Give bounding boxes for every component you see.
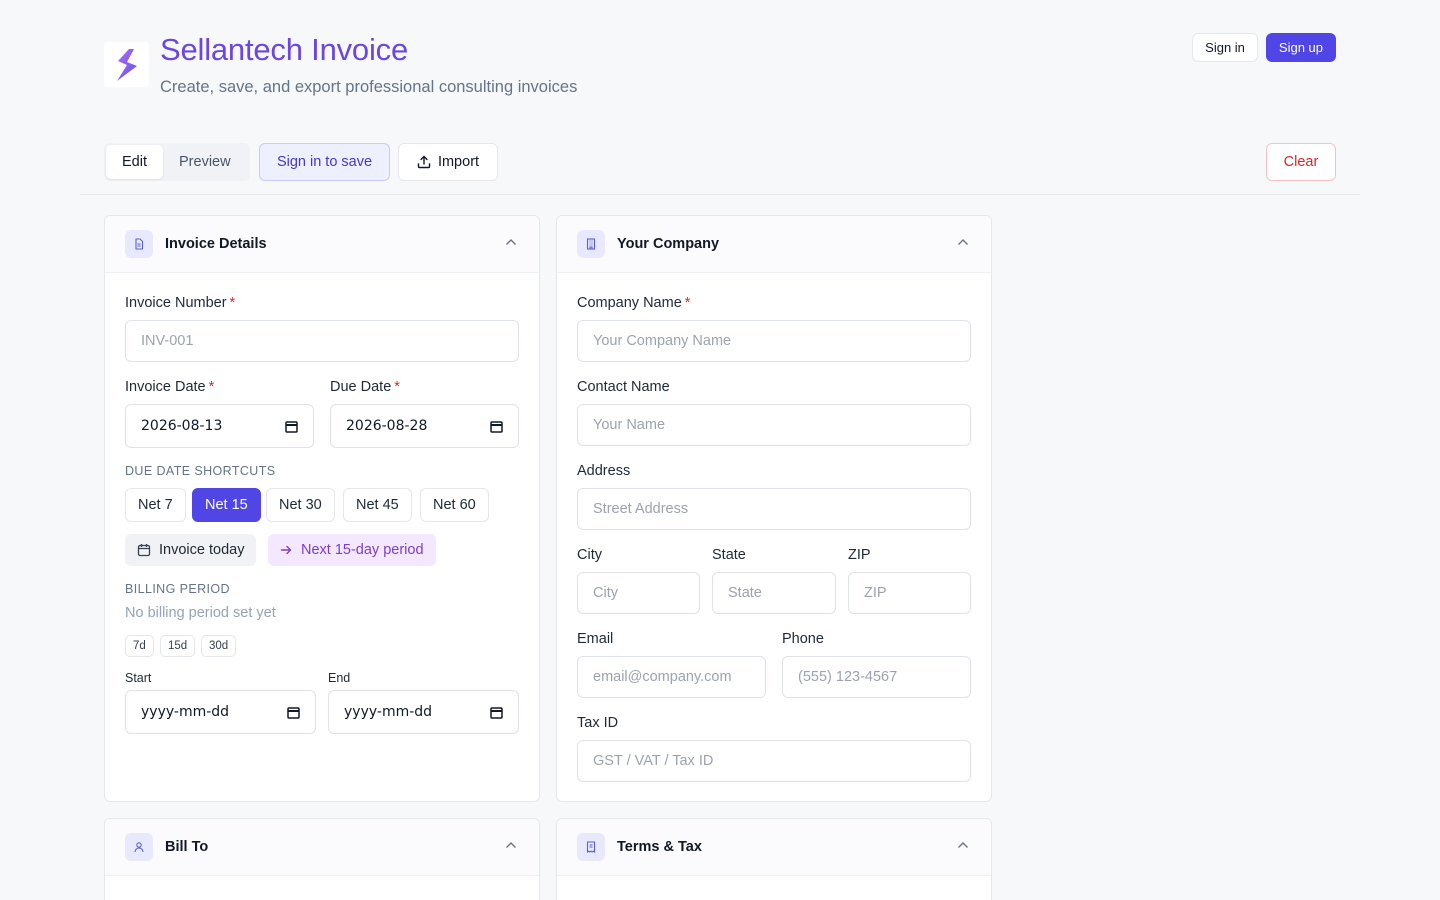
your-company-card: Your Company Company Name * Your Company … (556, 215, 992, 802)
invoice-details-header[interactable]: Invoice Details (105, 216, 539, 273)
user-icon (125, 833, 153, 861)
tax-id-input[interactable]: GST / VAT / Tax ID (577, 740, 971, 782)
your-company-title: Your Company (617, 236, 720, 252)
end-date-placeholder: yyyy-mm-dd (344, 704, 433, 720)
net-60-button[interactable]: Net 60 (420, 488, 489, 522)
sign-in-to-save-button[interactable]: Sign in to save (259, 143, 390, 181)
building-icon (577, 230, 605, 258)
clear-button[interactable]: Clear (1266, 143, 1336, 181)
email-label: Email (577, 631, 614, 647)
billing-period-label: BILLING PERIOD (125, 582, 230, 596)
invoice-today-button[interactable]: Invoice today (125, 534, 257, 566)
toolbar: Edit Preview Sign in to save Import Clea… (104, 143, 1336, 181)
city-label: City (577, 547, 602, 563)
due-date-input[interactable]: 2026-08-28 (330, 404, 519, 448)
bill-to-card: Bill To (104, 818, 540, 900)
app-logo (104, 42, 149, 87)
due-date-shortcuts-label: DUE DATE SHORTCUTS (125, 464, 276, 478)
zip-label: ZIP (848, 547, 871, 563)
tab-edit[interactable]: Edit (106, 145, 163, 179)
chevron-up-icon[interactable] (957, 841, 969, 849)
company-name-label: Company Name * (577, 295, 691, 311)
import-label: Import (437, 154, 480, 170)
bill-to-title: Bill To (165, 839, 209, 855)
toolbar-divider (80, 194, 1360, 195)
calendar-icon[interactable] (287, 706, 300, 719)
invoice-date-value: 2026-08-13 (141, 418, 223, 434)
preset-15d-button[interactable]: 15d (160, 635, 196, 657)
upload-icon (417, 155, 431, 169)
due-date-label: Due Date * (330, 379, 400, 395)
invoice-details-title: Invoice Details (165, 236, 267, 252)
invoice-date-label: Invoice Date * (125, 379, 215, 395)
your-company-header[interactable]: Your Company (557, 216, 991, 273)
zip-input[interactable]: ZIP (848, 572, 971, 614)
preset-7d-button[interactable]: 7d (125, 635, 154, 657)
chevron-up-icon[interactable] (957, 238, 969, 246)
sign-in-button[interactable]: Sign in (1192, 33, 1258, 62)
calendar-icon[interactable] (490, 420, 503, 433)
tax-id-label: Tax ID (577, 715, 619, 731)
city-input[interactable]: City (577, 572, 700, 614)
next-period-button[interactable]: Next 15-day period (268, 534, 436, 566)
next-period-label: Next 15-day period (301, 542, 424, 558)
calendar-icon[interactable] (490, 706, 503, 719)
contact-name-label: Contact Name (577, 379, 670, 395)
start-date-input[interactable]: yyyy-mm-dd (125, 690, 316, 734)
end-label: End (328, 671, 351, 685)
app-title: Sellantech Invoice (160, 32, 409, 67)
terms-tax-title: Terms & Tax (617, 839, 702, 855)
end-date-input[interactable]: yyyy-mm-dd (328, 690, 519, 734)
receipt-icon (577, 833, 605, 861)
contact-name-input[interactable]: Your Name (577, 404, 971, 446)
sign-up-button[interactable]: Sign up (1265, 33, 1336, 62)
chevron-up-icon[interactable] (505, 841, 517, 849)
net-15-button[interactable]: Net 15 (192, 488, 261, 522)
address-label: Address (577, 463, 631, 479)
import-button[interactable]: Import (398, 143, 498, 181)
invoice-today-label: Invoice today (159, 542, 245, 558)
terms-tax-header[interactable]: Terms & Tax (557, 819, 991, 876)
due-date-shortcuts: Net 7 Net 15 Net 30 Net 45 Net 60 (125, 488, 505, 522)
phone-label: Phone (782, 631, 824, 647)
app-subtitle: Create, save, and export professional co… (160, 78, 578, 96)
calendar-icon (137, 544, 151, 557)
net-30-button[interactable]: Net 30 (266, 488, 335, 522)
view-tabs: Edit Preview (104, 143, 250, 181)
invoice-date-input[interactable]: 2026-08-13 (125, 404, 314, 448)
period-presets: 7d 15d 30d (125, 635, 275, 657)
app-header: Sellantech Invoice Create, save, and exp… (104, 32, 1336, 102)
tab-preview[interactable]: Preview (163, 145, 247, 179)
billing-period-status: No billing period set yet (125, 605, 276, 621)
company-name-input[interactable]: Your Company Name (577, 320, 971, 362)
invoice-number-input[interactable]: INV-001 (125, 320, 519, 362)
start-date-placeholder: yyyy-mm-dd (141, 704, 230, 720)
invoice-details-card: Invoice Details Invoice Number * INV-001 … (104, 215, 540, 802)
document-icon (125, 230, 153, 258)
start-label: Start (125, 671, 152, 685)
chevron-up-icon[interactable] (505, 238, 517, 246)
net-45-button[interactable]: Net 45 (343, 488, 412, 522)
preset-30d-button[interactable]: 30d (201, 635, 237, 657)
bill-to-header[interactable]: Bill To (105, 819, 539, 876)
email-input[interactable]: email@company.com (577, 656, 766, 698)
address-input[interactable]: Street Address (577, 488, 971, 530)
phone-input[interactable]: (555) 123-4567 (782, 656, 971, 698)
due-date-value: 2026-08-28 (346, 418, 428, 434)
net-7-button[interactable]: Net 7 (125, 488, 186, 522)
terms-tax-card: Terms & Tax (556, 818, 992, 900)
arrow-right-icon (280, 545, 292, 555)
calendar-icon[interactable] (285, 420, 298, 433)
lightning-s-logo (116, 48, 137, 81)
state-label: State (712, 547, 746, 563)
auth-buttons: Sign in Sign up (1192, 33, 1336, 62)
state-input[interactable]: State (712, 572, 836, 614)
invoice-number-label: Invoice Number * (125, 295, 236, 311)
